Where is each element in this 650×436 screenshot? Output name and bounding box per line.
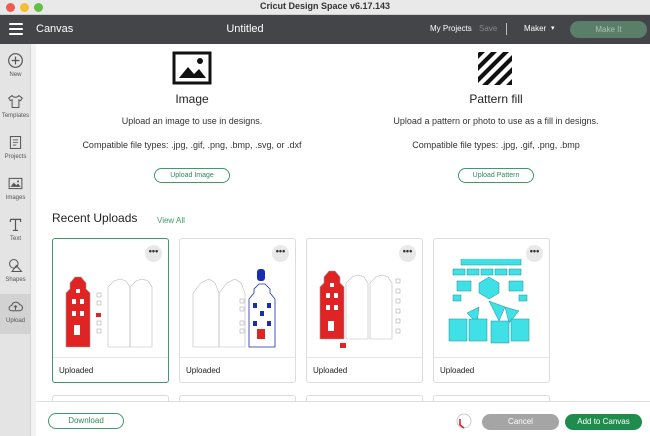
window-titlebar: Cricut Design Space v6.17.143 — [0, 0, 650, 15]
upload-card-caption: Uploaded — [53, 357, 168, 382]
sidebar-item-label: New — [9, 72, 22, 78]
more-options-icon[interactable]: ••• — [399, 245, 416, 262]
machine-selector[interactable]: Maker — [524, 24, 546, 33]
my-projects-link[interactable]: My Projects — [430, 24, 472, 33]
sidebar-item-new[interactable]: New — [0, 48, 31, 88]
shapes-icon — [9, 259, 23, 272]
sidebar-item-label: Templates — [1, 113, 30, 119]
upload-image-title: Image — [175, 92, 209, 106]
add-to-canvas-button[interactable]: Add to Canvas — [565, 414, 642, 430]
upload-image-section: Image Upload an image to use in designs.… — [56, 44, 328, 150]
red-house-thumbnail — [319, 270, 401, 348]
left-sidebar: New Templates Projects Images Text Shape… — [0, 44, 31, 436]
bottom-action-bar: Download Cancel Add to Canvas — [36, 401, 650, 436]
chevron-down-icon[interactable]: ▾ — [551, 24, 555, 32]
sidebar-item-label: Text — [9, 236, 21, 242]
red-house-thumbnail — [65, 276, 153, 348]
header-divider — [506, 23, 507, 35]
download-button[interactable]: Download — [48, 413, 124, 429]
sidebar-item-projects[interactable]: Projects — [0, 130, 31, 170]
upload-card-caption: Uploaded — [434, 357, 549, 382]
cyan-pattern-thumbnail — [448, 259, 530, 344]
sidebar-item-images[interactable]: Images — [0, 171, 31, 211]
upload-image-button[interactable]: Upload Image — [154, 168, 230, 183]
upload-image-types: Compatible file types: .jpg, .gif, .png,… — [82, 140, 302, 150]
recent-uploads-title: Recent Uploads — [52, 211, 138, 225]
upload-card[interactable]: ••• Uploaded — [179, 238, 296, 383]
more-options-icon[interactable]: ••• — [145, 245, 162, 262]
shirt-icon — [8, 94, 23, 108]
more-options-icon[interactable]: ••• — [272, 245, 289, 262]
sidebar-item-label: Images — [5, 195, 26, 201]
app-header: Canvas Untitled My Projects Save Maker ▾… — [0, 15, 650, 44]
upload-image-description: Upload an image to use in designs. — [121, 116, 263, 126]
pattern-fill-title: Pattern fill — [469, 92, 523, 106]
upload-panel: Image Upload an image to use in designs.… — [36, 44, 650, 403]
image-icon — [8, 177, 23, 190]
pattern-fill-types: Compatible file types: .jpg, .gif, .png,… — [412, 140, 580, 150]
projects-icon — [9, 136, 22, 149]
blue-house-thumbnail — [192, 269, 276, 348]
sidebar-item-label: Upload — [5, 318, 25, 324]
sidebar-item-templates[interactable]: Templates — [0, 89, 31, 129]
upload-card[interactable]: ••• Uploaded — [306, 238, 423, 383]
upload-card-caption: Uploaded — [307, 357, 422, 382]
pattern-fill-description: Upload a pattern or photo to use as a fi… — [393, 116, 599, 126]
view-all-link[interactable]: View All — [157, 216, 185, 225]
pattern-fill-section: Pattern fill Upload a pattern or photo t… — [366, 44, 626, 150]
upload-cloud-icon — [8, 301, 23, 312]
window-title: Cricut Design Space v6.17.143 — [259, 1, 391, 11]
upload-card[interactable]: ••• Uploaded — [52, 238, 169, 383]
cancel-button[interactable]: Cancel — [482, 414, 559, 430]
sidebar-item-label: Shapes — [5, 277, 26, 283]
save-button[interactable]: Save — [479, 24, 497, 33]
sidebar-item-upload[interactable]: Upload — [0, 294, 31, 334]
plus-circle-icon — [8, 53, 23, 68]
more-options-icon[interactable]: ••• — [526, 245, 543, 262]
sidebar-item-shapes[interactable]: Shapes — [0, 253, 31, 293]
help-icon[interactable] — [455, 411, 473, 431]
sidebar-item-label: Projects — [4, 154, 27, 160]
upload-pattern-button[interactable]: Upload Pattern — [458, 168, 534, 183]
upload-card[interactable]: ••• Uploaded — [433, 238, 550, 383]
sidebar-item-text[interactable]: Text — [0, 212, 31, 252]
text-icon — [9, 218, 22, 232]
make-it-button[interactable]: Make It — [570, 21, 647, 38]
document-title[interactable]: Untitled — [0, 23, 490, 35]
upload-card-caption: Uploaded — [180, 357, 295, 382]
